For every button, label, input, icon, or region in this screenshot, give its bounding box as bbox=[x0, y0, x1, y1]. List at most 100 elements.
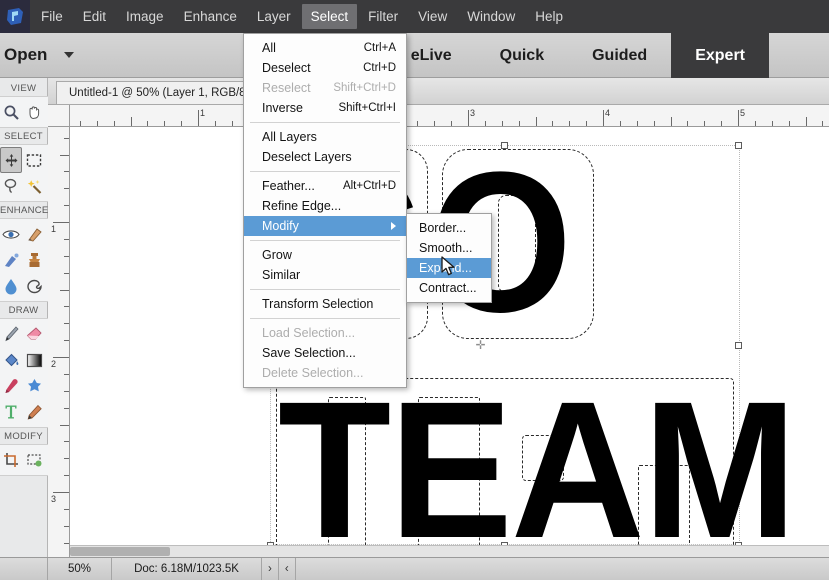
mode-tab-spacer bbox=[769, 33, 829, 78]
smart-brush-tool-icon[interactable] bbox=[0, 247, 22, 273]
magic-wand-tool-icon[interactable] bbox=[23, 173, 45, 199]
menu-view[interactable]: View bbox=[409, 4, 456, 29]
transform-handle-top-right[interactable] bbox=[735, 142, 742, 149]
status-bar-left-pad bbox=[0, 557, 48, 580]
red-eye-removal-tool-icon[interactable] bbox=[0, 221, 22, 247]
blur-tool-icon[interactable] bbox=[0, 273, 22, 299]
ruler-label-v: 3 bbox=[51, 494, 57, 504]
menu-separator bbox=[250, 318, 400, 319]
tool-group-select bbox=[0, 144, 48, 202]
eraser-tool-icon[interactable] bbox=[23, 321, 45, 347]
menu-item-deselect-layers[interactable]: Deselect Layers bbox=[244, 147, 406, 167]
menu-item-deselect[interactable]: Deselect Ctrl+D bbox=[244, 58, 406, 78]
submenu-item-smooth-label: Smooth... bbox=[419, 241, 473, 255]
transform-handle-middle-right[interactable] bbox=[735, 342, 742, 349]
submenu-item-contract-label: Contract... bbox=[419, 281, 477, 295]
menu-item-deselect-shortcut: Ctrl+D bbox=[363, 62, 396, 74]
color-picker-tool-icon[interactable] bbox=[0, 373, 22, 399]
menu-item-save-selection[interactable]: Save Selection... bbox=[244, 343, 406, 363]
tool-section-draw-label: DRAW bbox=[8, 305, 39, 316]
menu-item-all-shortcut: Ctrl+A bbox=[363, 42, 396, 54]
menu-item-all[interactable]: All Ctrl+A bbox=[244, 38, 406, 58]
tool-section-select-label: SELECT bbox=[4, 131, 43, 142]
chevron-right-icon[interactable]: › bbox=[262, 557, 279, 580]
menu-item-grow-label: Grow bbox=[262, 248, 292, 262]
pencil-tool-icon[interactable] bbox=[23, 399, 45, 425]
lasso-tool-icon[interactable] bbox=[0, 173, 22, 199]
rectangular-marquee-tool-icon[interactable] bbox=[23, 147, 45, 173]
tool-group-view bbox=[0, 96, 48, 128]
chevron-left-icon[interactable]: ‹ bbox=[279, 557, 296, 580]
brush-tool-icon[interactable] bbox=[0, 321, 22, 347]
menu-window[interactable]: Window bbox=[458, 4, 524, 29]
menu-item-all-label: All bbox=[262, 41, 276, 55]
recompose-tool-icon[interactable] bbox=[23, 447, 45, 473]
open-button[interactable]: Open bbox=[0, 45, 75, 65]
menu-edit[interactable]: Edit bbox=[74, 4, 115, 29]
menu-item-modify[interactable]: Modify bbox=[244, 216, 406, 236]
ruler-tick-h bbox=[738, 110, 739, 126]
menu-item-inverse-label: Inverse bbox=[262, 101, 303, 115]
ruler-tick-v bbox=[60, 289, 69, 291]
menu-select[interactable]: Select bbox=[301, 4, 358, 29]
menu-item-load-selection: Load Selection... bbox=[244, 323, 406, 343]
menu-image[interactable]: Image bbox=[117, 4, 173, 29]
clone-stamp-tool-icon[interactable] bbox=[23, 247, 45, 273]
menu-item-refine-edge[interactable]: Refine Edge... bbox=[244, 196, 406, 216]
tab-guided[interactable]: Guided bbox=[568, 33, 671, 78]
gradient-tool-icon[interactable] bbox=[23, 347, 45, 373]
paint-bucket-tool-icon[interactable] bbox=[0, 347, 22, 373]
canvas[interactable]: GO TEAM ✛ bbox=[70, 127, 829, 557]
ruler-label-h: 5 bbox=[740, 108, 746, 118]
menu-help[interactable]: Help bbox=[526, 4, 572, 29]
submenu-arrow-icon bbox=[391, 222, 396, 230]
sponge-tool-icon[interactable] bbox=[23, 273, 45, 299]
menu-item-delete-selection: Delete Selection... bbox=[244, 363, 406, 383]
menu-separator bbox=[250, 240, 400, 241]
menu-enhance[interactable]: Enhance bbox=[175, 4, 246, 29]
spot-healing-brush-tool-icon[interactable] bbox=[23, 221, 45, 247]
menu-file[interactable]: File bbox=[32, 4, 72, 29]
document-size-info: Doc: 6.18M/1023.5K bbox=[112, 557, 262, 580]
crop-tool-icon[interactable] bbox=[0, 447, 22, 473]
ruler-tick-h bbox=[670, 117, 672, 126]
submenu-item-smooth[interactable]: Smooth... bbox=[407, 238, 491, 258]
ruler-tick-h bbox=[805, 117, 807, 126]
horizontal-scrollbar-thumb[interactable] bbox=[70, 547, 170, 556]
tab-quick[interactable]: Quick bbox=[476, 33, 568, 78]
horizontal-scrollbar[interactable] bbox=[70, 545, 829, 557]
type-tool-icon[interactable] bbox=[0, 399, 22, 425]
select-menu-dropdown[interactable]: All Ctrl+A Deselect Ctrl+D Reselect Shif… bbox=[243, 33, 407, 388]
submenu-item-border-label: Border... bbox=[419, 221, 467, 235]
chevron-down-icon[interactable] bbox=[64, 52, 75, 58]
move-tool-icon[interactable] bbox=[0, 147, 22, 173]
ruler-label-h: 1 bbox=[200, 108, 206, 118]
menu-filter[interactable]: Filter bbox=[359, 4, 407, 29]
menu-item-deselect-layers-label: Deselect Layers bbox=[262, 150, 352, 164]
hand-tool-icon[interactable] bbox=[23, 99, 45, 125]
ruler-tick-v bbox=[53, 492, 69, 493]
submenu-item-border[interactable]: Border... bbox=[407, 218, 491, 238]
tool-section-view-label: VIEW bbox=[10, 83, 37, 94]
menu-item-similar[interactable]: Similar bbox=[244, 265, 406, 285]
menu-item-grow[interactable]: Grow bbox=[244, 245, 406, 265]
ruler-tick-v bbox=[60, 154, 69, 156]
custom-shape-tool-icon[interactable] bbox=[23, 373, 45, 399]
zoom-tool-icon[interactable] bbox=[0, 99, 22, 125]
tool-group-enhance bbox=[0, 218, 48, 302]
zoom-level-field[interactable]: 50% bbox=[48, 557, 112, 580]
vertical-ruler: 1 2 3 bbox=[48, 127, 70, 557]
tab-expert[interactable]: Expert bbox=[671, 33, 769, 78]
ruler-label-v: 1 bbox=[51, 224, 57, 234]
ruler-tick-h bbox=[130, 117, 132, 126]
menu-item-delete-selection-label: Delete Selection... bbox=[262, 366, 364, 380]
menu-item-transform-selection[interactable]: Transform Selection bbox=[244, 294, 406, 314]
transform-handle-top-center[interactable] bbox=[501, 142, 508, 149]
menu-item-feather[interactable]: Feather... Alt+Ctrl+D bbox=[244, 176, 406, 196]
menu-layer[interactable]: Layer bbox=[248, 4, 300, 29]
menu-item-all-layers[interactable]: All Layers bbox=[244, 127, 406, 147]
menu-item-inverse[interactable]: Inverse Shift+Ctrl+I bbox=[244, 98, 406, 118]
tool-section-enhance-label: ENHANCE bbox=[0, 205, 49, 216]
photoshop-elements-logo-icon bbox=[0, 0, 30, 33]
document-tab[interactable]: Untitled-1 @ 50% (Layer 1, RGB/8) bbox=[56, 81, 263, 104]
